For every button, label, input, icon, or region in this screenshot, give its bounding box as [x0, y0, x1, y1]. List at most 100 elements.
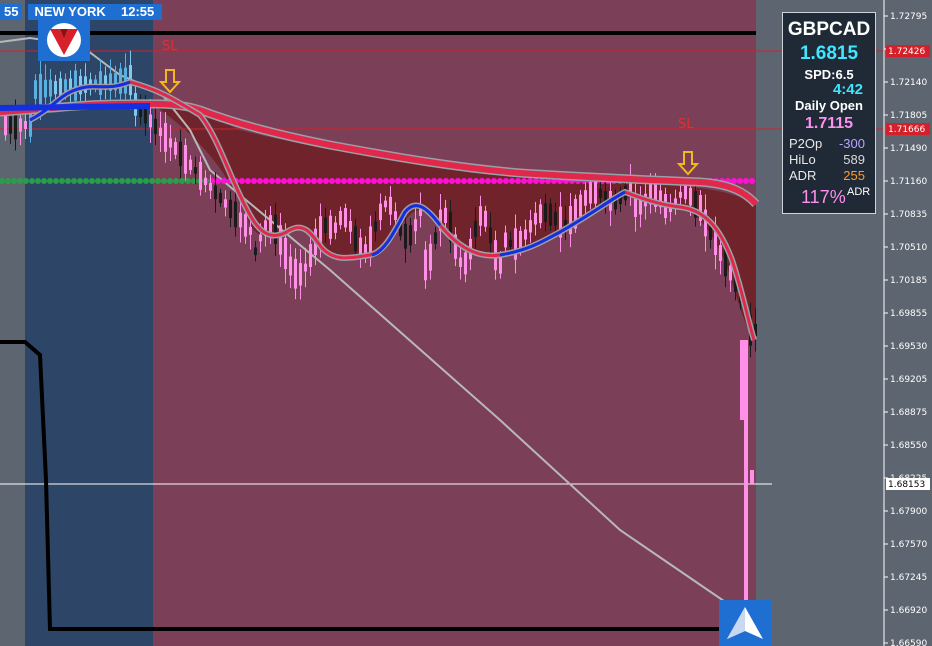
- pivot-dot: [335, 178, 341, 184]
- pivot-dot: [125, 178, 131, 184]
- pivot-dot: [347, 178, 353, 184]
- candle-bear: [479, 206, 482, 226]
- candle-bull: [544, 203, 547, 222]
- candle-bear: [389, 196, 392, 215]
- candle-bull: [179, 141, 182, 167]
- candle-bear: [484, 210, 487, 227]
- pivot-dot: [143, 178, 149, 184]
- sl-marker-lower: SL: [678, 117, 694, 132]
- pivot-dot: [77, 178, 83, 184]
- candle-bear: [149, 114, 152, 128]
- candle-bear: [204, 177, 207, 186]
- current-price-label: 1.68153: [888, 480, 925, 490]
- pivot-dot: [449, 178, 455, 184]
- candle-bull: [374, 221, 377, 232]
- pivot-dot: [95, 178, 101, 184]
- candle-bear: [174, 141, 177, 155]
- pivot-dot: [323, 178, 329, 184]
- candle-bear: [634, 197, 637, 217]
- candle-bear: [244, 214, 247, 237]
- stat-p2op: P2Op -300: [789, 136, 869, 151]
- candle-bear: [744, 340, 748, 600]
- pivot-dot: [329, 178, 335, 184]
- pivot-dot: [503, 178, 509, 184]
- pivot-dot: [251, 178, 257, 184]
- candle-bear: [339, 210, 342, 226]
- candle-bull: [474, 220, 477, 237]
- candle-bull: [219, 192, 222, 204]
- candle-bull: [509, 239, 512, 248]
- candle-bear: [444, 207, 447, 223]
- pivot-dot: [131, 178, 137, 184]
- pivot-dot: [29, 178, 35, 184]
- candle-bull: [324, 217, 327, 234]
- stat-label: ADR: [789, 168, 817, 183]
- pivot-dot: [437, 178, 443, 184]
- candle-bear: [279, 225, 282, 255]
- candle-bull: [489, 227, 492, 244]
- sell-logo[interactable]: [38, 19, 90, 61]
- adr-small-label: ADR: [847, 186, 871, 198]
- pivot-dot: [287, 178, 293, 184]
- stat-adr: ADR 255: [789, 168, 869, 183]
- pivot-dot: [353, 178, 359, 184]
- candle-bear: [689, 187, 692, 206]
- candle-bear: [344, 208, 347, 228]
- stat-label: HiLo: [789, 152, 816, 167]
- candle-bear: [184, 145, 187, 174]
- pivot-dot: [743, 178, 749, 184]
- stat-hilo: HiLo 589: [789, 152, 869, 167]
- candle-bull: [194, 167, 197, 174]
- candle-bull: [409, 225, 412, 246]
- candle-bear: [459, 257, 462, 268]
- candle-bull: [144, 107, 147, 124]
- stat-value: 255: [843, 168, 865, 183]
- candle-bear: [394, 211, 397, 220]
- pivot-dot: [281, 178, 287, 184]
- daily-open-label: Daily Open: [795, 98, 863, 113]
- pivot-dot: [377, 178, 383, 184]
- candle-bear: [164, 123, 167, 152]
- pivot-dot: [491, 178, 497, 184]
- buy-logo[interactable]: [719, 600, 771, 646]
- candle-bear: [249, 226, 252, 235]
- candle-bear: [504, 232, 507, 248]
- candle-bear: [589, 182, 592, 204]
- pivot-dot: [299, 178, 305, 184]
- current-price: 1.6815: [799, 43, 859, 64]
- pivot-dot: [17, 178, 23, 184]
- candle-bear: [19, 118, 22, 132]
- candle-bull: [119, 68, 122, 94]
- pivot-dot: [5, 178, 11, 184]
- stat-value: 589: [843, 152, 865, 167]
- candle-bear: [524, 229, 527, 240]
- candle-bear: [349, 220, 352, 232]
- candle-bear: [584, 190, 587, 206]
- pivot-dot: [221, 178, 227, 184]
- bar-countdown: 4:42: [832, 81, 863, 98]
- session-zone-newyork: [153, 0, 756, 646]
- pivot-dot: [419, 178, 425, 184]
- sl-marker-upper: SL: [162, 39, 178, 54]
- candle-bear: [679, 191, 682, 198]
- pivot-dot: [59, 178, 65, 184]
- candle-bear: [304, 263, 307, 272]
- ma-slow-bull-segment: [0, 103, 151, 111]
- pivot-dot: [521, 178, 527, 184]
- candle-bull: [99, 71, 102, 95]
- daily-open-value: 1.7115: [804, 115, 854, 132]
- candle-bull: [554, 211, 557, 226]
- candle-bull: [354, 226, 357, 252]
- pivot-dot: [83, 178, 89, 184]
- pivot-dot: [365, 178, 371, 184]
- info-panel: GBPCAD 1.6815 SPD:6.5 4:42 Daily Open 1.…: [782, 12, 876, 214]
- candle-bear: [594, 179, 597, 204]
- pivot-dot: [101, 178, 107, 184]
- pivot-dot: [443, 178, 449, 184]
- pivot-dot: [71, 178, 77, 184]
- pivot-dot: [473, 178, 479, 184]
- pivot-dot: [749, 178, 755, 184]
- axis-tick-label: 1.68875: [890, 408, 927, 418]
- axis-tick-label: 1.70185: [890, 276, 927, 286]
- pivot-dot: [515, 178, 521, 184]
